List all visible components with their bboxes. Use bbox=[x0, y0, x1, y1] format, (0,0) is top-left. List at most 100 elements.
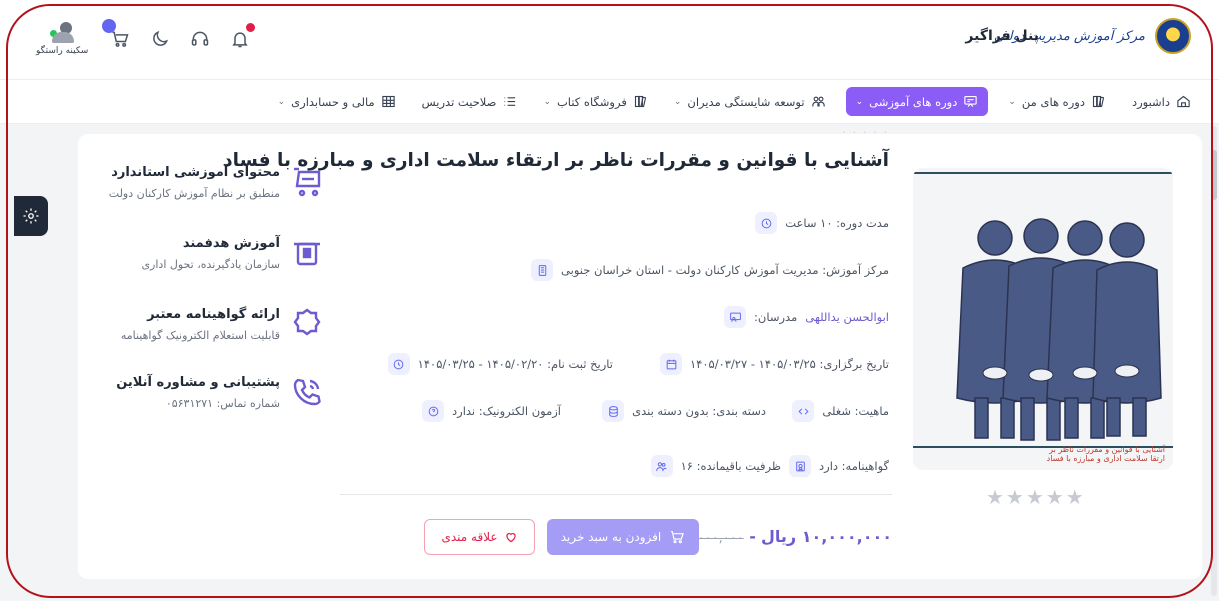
table-icon bbox=[381, 94, 396, 109]
nav-label: داشبورد bbox=[1131, 94, 1170, 109]
badge-icon bbox=[290, 307, 324, 341]
moon-icon bbox=[153, 30, 169, 46]
cart-icon bbox=[671, 531, 685, 544]
price-row: ۱۰,۰۰۰,۰۰۰ ریال - ۲۰,۰۰۰,۰۰۰ bbox=[680, 527, 892, 546]
headset-icon bbox=[192, 31, 209, 46]
teachers-label: مدرسان: bbox=[754, 310, 798, 324]
feature-title: پشتیبانی و مشاوره آنلاین bbox=[116, 375, 280, 390]
nav-label: مالی و حسابداری bbox=[291, 94, 375, 109]
info-held-date: تاریخ برگزاری: ۱۴۰۵/۰۳/۲۵ - ۱۴۰۵/۰۳/۲۷ bbox=[660, 353, 889, 375]
building-icon bbox=[531, 259, 554, 281]
avatar bbox=[48, 22, 76, 44]
settings-toggle[interactable] bbox=[14, 196, 48, 236]
info-exam: آزمون الکترونیک: ندارد bbox=[422, 400, 561, 422]
nav-dashboard[interactable]: داشبورد bbox=[1126, 88, 1197, 115]
feature-title: آموزش هدفمند bbox=[182, 236, 280, 251]
top-header: مرکز آموزش مدیریت دولتی پنل فراگیر سکینه… bbox=[0, 0, 1219, 80]
main-nav: داشبورد دوره های من ⌄ دوره های آموزشی ⌄ … bbox=[0, 80, 1219, 124]
dark-mode-button[interactable] bbox=[148, 27, 172, 51]
feature-title: ارائه گواهینامه معتبر bbox=[147, 307, 280, 322]
nav-teaching-qualification[interactable]: صلاحیت تدریس bbox=[416, 88, 524, 115]
nav-label: فروشگاه کتاب bbox=[556, 94, 627, 109]
support-button[interactable] bbox=[188, 27, 212, 51]
books-icon bbox=[633, 94, 648, 109]
nav-label: صلاحیت تدریس bbox=[421, 94, 497, 109]
info-capacity: ظرفیت باقیمانده: ۱۶ bbox=[650, 455, 781, 477]
chevron-down-icon: ⌄ bbox=[673, 96, 682, 107]
header-tools: سکینه راستگو bbox=[36, 19, 256, 56]
gear-icon bbox=[23, 208, 39, 224]
price-separator: - bbox=[743, 527, 756, 546]
wishlist-button[interactable]: علاقه مندی bbox=[424, 519, 535, 555]
cart-icon bbox=[112, 31, 129, 47]
app-root: مرکز آموزش مدیریت دولتی پنل فراگیر سکینه… bbox=[0, 0, 1219, 601]
held-date-text: تاریخ برگزاری: ۱۴۰۵/۰۳/۲۵ - ۱۴۰۵/۰۳/۲۷ bbox=[690, 357, 889, 371]
list-icon bbox=[502, 94, 517, 109]
nav-book-store[interactable]: فروشگاه کتاب ⌄ bbox=[537, 88, 653, 115]
nav-finance[interactable]: مالی و حسابداری ⌄ bbox=[272, 88, 402, 115]
wishlist-label: علاقه مندی bbox=[441, 530, 498, 544]
feature-subtitle: منطبق بر نظام آموزش کارکنان دولت bbox=[108, 187, 280, 200]
nature-text: ماهیت: شغلی bbox=[822, 404, 889, 418]
target-icon bbox=[290, 236, 324, 270]
add-to-cart-button[interactable]: افزودن به سبد خرید bbox=[547, 519, 699, 555]
feature-subtitle: قابلیت استعلام الکترونیک گواهینامه bbox=[120, 329, 280, 342]
rating-stars[interactable]: ★★★★★ bbox=[986, 485, 1086, 509]
exam-text: آزمون الکترونیک: ندارد bbox=[452, 404, 561, 418]
duration-text: مدت دوره: ۱۰ ساعت bbox=[785, 216, 889, 230]
info-center: مرکز آموزش: مدیریت آموزش کارکنان دولت - … bbox=[531, 259, 889, 281]
brand-logo-icon bbox=[1155, 18, 1191, 54]
users-icon bbox=[811, 94, 826, 109]
teacher-icon bbox=[724, 306, 747, 328]
chevron-down-icon: ⌄ bbox=[543, 96, 551, 107]
nav-training-courses[interactable]: دوره های آموزشی ⌄ bbox=[845, 87, 989, 116]
divider bbox=[340, 494, 892, 495]
panel-title: پنل فراگیر bbox=[965, 28, 1039, 44]
center-text: مرکز آموزش: مدیریت آموزش کارکنان دولت - … bbox=[561, 263, 889, 277]
users-icon bbox=[650, 455, 673, 477]
books-icon bbox=[1091, 94, 1106, 109]
faded-breadcrumb: . . . . . bbox=[842, 125, 889, 136]
image-caption-line2: ارتقا سلامت اداری و مبارزه با فساد bbox=[1046, 454, 1165, 464]
nav-label: توسعه شایستگی مدیران bbox=[687, 94, 805, 109]
course-illustration bbox=[956, 218, 1162, 441]
info-teachers: مدرسان: ابوالحسن یداللهی bbox=[724, 306, 889, 328]
info-nature: ماهیت: شغلی bbox=[792, 400, 889, 422]
info-certificate: گواهینامه: دارد bbox=[789, 455, 889, 477]
certificate-icon bbox=[789, 455, 812, 477]
feature-title: محتوای آموزشی استاندارد bbox=[111, 165, 280, 180]
presentation-icon bbox=[963, 94, 978, 109]
image-caption-line1: آشنایی با قوانین و مقررات ناظر بر bbox=[1049, 444, 1165, 454]
nav-manager-competency[interactable]: توسعه شایستگی مدیران ⌄ bbox=[668, 88, 832, 115]
nav-my-courses[interactable]: دوره های من ⌄ bbox=[1002, 88, 1112, 115]
scrollbar-thumb[interactable] bbox=[1211, 150, 1217, 200]
add-to-cart-label: افزودن به سبد خرید bbox=[560, 530, 662, 544]
price-current: ۱۰,۰۰۰,۰۰۰ ریال bbox=[761, 527, 892, 546]
image-caption: آشنایی با قوانین و مقررات ناظر بر ارتقا … bbox=[1047, 445, 1165, 464]
database-icon bbox=[602, 400, 625, 422]
chevron-down-icon: ⌄ bbox=[1008, 96, 1016, 107]
avatar-body bbox=[52, 32, 75, 43]
notifications-button[interactable] bbox=[228, 23, 256, 51]
info-duration: مدت دوره: ۱۰ ساعت bbox=[755, 212, 889, 234]
clock-icon bbox=[755, 212, 778, 234]
calendar-icon bbox=[660, 353, 682, 375]
course-image[interactable]: آشنایی با قوانین و مقررات ناظر بر ارتقا … bbox=[913, 168, 1173, 470]
capacity-text: ظرفیت باقیمانده: ۱۶ bbox=[680, 459, 781, 473]
nav-label: دوره های آموزشی bbox=[869, 94, 958, 109]
chevron-down-icon: ⌄ bbox=[277, 96, 286, 107]
info-register-date: تاریخ ثبت نام: ۱۴۰۵/۰۲/۲۰ - ۱۴۰۵/۰۳/۲۵ bbox=[387, 353, 613, 375]
register-date-text: تاریخ ثبت نام: ۱۴۰۵/۰۲/۲۰ - ۱۴۰۵/۰۳/۲۵ bbox=[417, 357, 613, 371]
cart-button[interactable] bbox=[102, 19, 132, 51]
info-category: دسته بندی: بدون دسته بندی bbox=[602, 400, 766, 422]
category-text: دسته بندی: بدون دسته بندی bbox=[632, 404, 766, 418]
notification-badge bbox=[246, 23, 256, 32]
nav-label: دوره های من bbox=[1021, 94, 1085, 109]
user-name: سکینه راستگو bbox=[36, 46, 89, 56]
teacher-link[interactable]: ابوالحسن یداللهی bbox=[805, 310, 889, 324]
user-profile[interactable]: سکینه راستگو bbox=[36, 22, 88, 56]
code-icon bbox=[792, 400, 815, 422]
home-icon bbox=[1176, 94, 1191, 109]
heart-icon bbox=[505, 533, 516, 543]
certificate-text: گواهینامه: دارد bbox=[819, 459, 889, 473]
